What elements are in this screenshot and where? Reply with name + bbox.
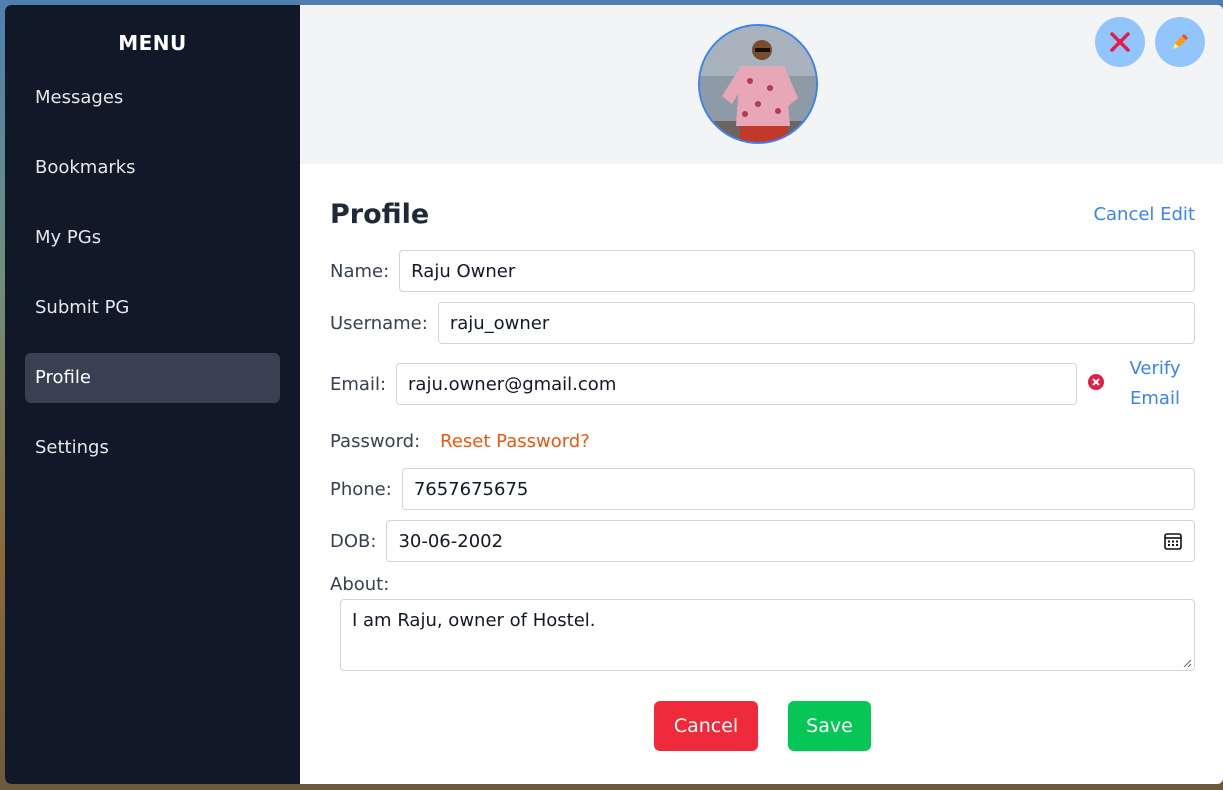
name-label: Name: bbox=[330, 260, 390, 282]
dob-row: DOB: 30-06-2002 bbox=[330, 520, 1195, 562]
dob-label: DOB: bbox=[330, 530, 377, 552]
about-label: About: bbox=[330, 574, 390, 595]
sidebar: MENU Messages Bookmarks My PGs Submit PG… bbox=[5, 5, 300, 784]
cancel-edit-link[interactable]: Cancel Edit bbox=[1093, 204, 1195, 225]
phone-field[interactable]: 7657675675 bbox=[401, 468, 1195, 510]
username-row: Username: raju_owner bbox=[330, 302, 1195, 344]
password-label: Password: bbox=[330, 430, 421, 452]
sidebar-item-settings[interactable]: Settings bbox=[25, 423, 280, 473]
sidebar-item-bookmarks[interactable]: Bookmarks bbox=[25, 143, 280, 193]
email-label: Email: bbox=[330, 373, 387, 395]
edit-button[interactable] bbox=[1155, 17, 1205, 67]
page-title: Profile bbox=[330, 198, 430, 230]
phone-label: Phone: bbox=[330, 478, 392, 500]
name-field[interactable]: Raju Owner bbox=[399, 250, 1195, 292]
verify-line-2: Email bbox=[1130, 388, 1180, 409]
email-row: Email: raju.owner@gmail.com Verify Email bbox=[330, 354, 1195, 414]
calendar-icon[interactable] bbox=[1163, 531, 1183, 551]
sidebar-item-profile[interactable]: Profile bbox=[25, 353, 280, 403]
pencil-icon bbox=[1173, 34, 1188, 49]
verify-line-1: Verify bbox=[1129, 358, 1181, 379]
about-field[interactable]: I am Raju, owner of Hostel. bbox=[340, 599, 1195, 671]
sidebar-item-my-pgs[interactable]: My PGs bbox=[25, 213, 280, 263]
phone-row: Phone: 7657675675 bbox=[330, 468, 1195, 510]
profile-form: Profile Cancel Edit Name: Raju Owner Use… bbox=[300, 196, 1223, 751]
menu-title: MENU bbox=[118, 31, 187, 55]
x-icon bbox=[1110, 32, 1130, 52]
error-icon bbox=[1087, 373, 1105, 395]
save-button[interactable]: Save bbox=[788, 701, 871, 751]
close-button[interactable] bbox=[1095, 17, 1145, 67]
reset-password-link[interactable]: Reset Password? bbox=[440, 431, 590, 452]
main-panel: Profile Cancel Edit Name: Raju Owner Use… bbox=[300, 5, 1223, 784]
password-row: Password: Reset Password? bbox=[330, 424, 1195, 458]
dob-field[interactable]: 30-06-2002 bbox=[386, 520, 1195, 562]
sidebar-item-submit-pg[interactable]: Submit PG bbox=[25, 283, 280, 333]
username-field[interactable]: raju_owner bbox=[437, 302, 1195, 344]
heading-row: Profile Cancel Edit bbox=[330, 196, 1195, 232]
email-field[interactable]: raju.owner@gmail.com bbox=[396, 363, 1077, 405]
sidebar-item-messages[interactable]: Messages bbox=[25, 73, 280, 123]
resize-handle-icon[interactable] bbox=[1182, 658, 1192, 668]
username-label: Username: bbox=[330, 312, 428, 334]
verify-email-link[interactable]: Verify Email bbox=[1115, 354, 1195, 414]
form-actions: Cancel Save bbox=[330, 701, 1195, 751]
about-value: I am Raju, owner of Hostel. bbox=[352, 610, 596, 631]
avatar[interactable] bbox=[698, 24, 818, 144]
about-section: About: I am Raju, owner of Hostel. bbox=[330, 574, 1195, 671]
dob-value: 30-06-2002 bbox=[398, 530, 504, 552]
name-row: Name: Raju Owner bbox=[330, 250, 1195, 292]
user-photo-icon bbox=[700, 26, 816, 142]
profile-banner bbox=[300, 5, 1223, 164]
app-window: MENU Messages Bookmarks My PGs Submit PG… bbox=[5, 5, 1223, 784]
cancel-button[interactable]: Cancel bbox=[654, 701, 758, 751]
